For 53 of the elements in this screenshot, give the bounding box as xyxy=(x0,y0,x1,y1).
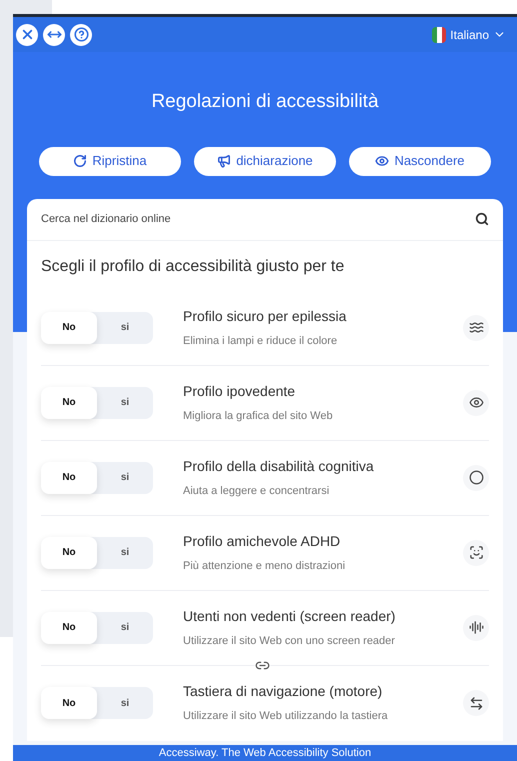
circle-icon xyxy=(468,470,484,485)
profile-description: Più attenzione e meno distrazioni xyxy=(183,558,346,574)
search-field[interactable]: Cerca nel dizionario online xyxy=(41,210,475,228)
profile-description: Migliora la grafica del sito Web xyxy=(183,408,334,424)
toggle-option[interactable]: si xyxy=(97,462,153,494)
profile-title: Profilo della disabilità cognitiva xyxy=(183,456,375,476)
profile-title: Profilo sicuro per epilessia xyxy=(183,306,348,326)
toggle-option[interactable]: No xyxy=(41,462,97,494)
toggle-option[interactable]: No xyxy=(41,386,97,418)
toggle-switch[interactable]: No si xyxy=(41,536,153,568)
toggle-option[interactable]: No xyxy=(41,612,97,644)
profile-description: Aiuta a leggere e concentrarsi xyxy=(183,484,330,499)
action-button[interactable]: Nascondere xyxy=(349,146,491,176)
toggle-switch[interactable]: No si xyxy=(41,386,153,418)
focus-icon xyxy=(468,545,484,560)
toggle-switch[interactable]: No si xyxy=(41,687,153,719)
profile-title: Profilo amichevole ADHD xyxy=(183,532,342,551)
language-selector[interactable]: Italiano xyxy=(432,26,514,44)
toggle-option[interactable]: No xyxy=(41,536,97,568)
toggle-option[interactable]: si xyxy=(97,536,153,568)
waves-icon xyxy=(468,320,484,335)
profile-description: Elimina i lampi e riduce il colore xyxy=(183,334,338,349)
footer-text: Accessiway. The Web Accessibility Solution xyxy=(158,748,372,758)
audio-icon xyxy=(468,620,484,635)
eye-icon xyxy=(375,154,390,168)
help-icon xyxy=(74,27,88,42)
toggle-option[interactable]: si xyxy=(97,386,153,418)
help-button[interactable] xyxy=(70,24,92,46)
action-button[interactable]: Ripristina xyxy=(39,146,181,176)
toggle-option[interactable]: No xyxy=(41,312,97,344)
arrows-icon xyxy=(468,696,484,710)
profile-title: Profilo ipovedente xyxy=(183,382,296,401)
close-button[interactable] xyxy=(16,24,38,46)
panel-title: Regolazioni di accessibilità xyxy=(151,90,379,114)
toggle-switch[interactable]: No si xyxy=(41,312,153,344)
profile-description: Utilizzare il sito Web utilizzando la tastiera xyxy=(183,709,389,724)
toggle-option[interactable]: si xyxy=(97,612,153,644)
megaphone-icon xyxy=(217,154,232,168)
toggle-option[interactable]: si xyxy=(97,687,153,719)
action-button[interactable]: dichiarazione xyxy=(194,146,336,176)
search-icon xyxy=(475,212,489,226)
toggle-switch[interactable]: No si xyxy=(41,612,153,644)
profile-title: Tastiera di navigazione (motore) xyxy=(183,682,384,702)
profile-title: Utenti non vedenti (screen reader) xyxy=(183,606,396,626)
profile-description: Utilizzare il sito Web con uno screen reader xyxy=(183,634,396,649)
profiles-heading: Scegli il profilo di accessibilità giusto per te xyxy=(40,256,346,276)
eye-icon xyxy=(468,395,484,410)
resize-button[interactable] xyxy=(43,24,65,46)
flag-icon xyxy=(432,26,446,42)
toggle-switch[interactable]: No si xyxy=(41,462,153,494)
toggle-option[interactable]: si xyxy=(97,312,153,344)
toggle-option[interactable]: No xyxy=(41,687,97,719)
refresh-icon xyxy=(73,154,88,168)
